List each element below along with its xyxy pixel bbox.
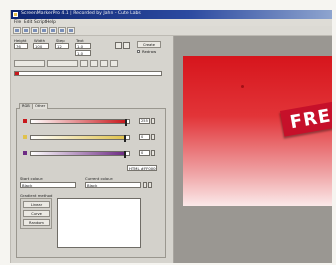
toolbar <box>11 26 332 36</box>
undo-icon[interactable] <box>67 27 75 34</box>
start-colour-label: Start colour: <box>20 176 44 181</box>
toolbar-button-2[interactable] <box>47 60 78 67</box>
preview-square-2[interactable] <box>123 42 130 49</box>
banner-badge: FRE <box>280 98 332 137</box>
toolbar-button-4[interactable] <box>90 60 98 67</box>
red-value[interactable]: 255 <box>139 118 150 124</box>
status-field <box>14 71 162 76</box>
menu-bar: File Edit Script Help <box>11 19 332 26</box>
cut-icon[interactable] <box>40 27 48 34</box>
colour-spin-2[interactable] <box>148 182 152 188</box>
red-track[interactable] <box>30 119 130 126</box>
menu-script[interactable]: Script <box>34 20 46 25</box>
app-icon <box>13 12 18 17</box>
current-colour-label: Current colour: <box>85 176 114 181</box>
red-fill <box>31 120 127 123</box>
html-color-field[interactable]: HTML #FF0000 <box>127 165 157 171</box>
slider-blue[interactable] <box>23 150 141 158</box>
window-title: ScreenMarkerPro 4.1 | Recorded by Jahn -… <box>21 11 141 16</box>
open-icon[interactable] <box>22 27 30 34</box>
green-value[interactable]: 0 <box>139 134 150 140</box>
menu-edit[interactable]: Edit <box>24 20 32 25</box>
toolbar-button-1[interactable] <box>14 60 45 67</box>
green-thumb[interactable] <box>124 135 127 142</box>
gradient-list[interactable] <box>57 198 141 248</box>
new-icon[interactable] <box>13 27 21 34</box>
gradient-curve-button[interactable]: Curve <box>23 210 50 217</box>
save-icon[interactable] <box>31 27 39 34</box>
slider-green[interactable] <box>23 134 141 142</box>
create-button[interactable]: Create <box>137 41 161 48</box>
blue-value[interactable]: 0 <box>139 150 150 156</box>
blue-spin[interactable] <box>151 150 155 156</box>
blue-thumb[interactable] <box>124 151 127 158</box>
width-field[interactable]: 100 <box>33 43 49 49</box>
redraw-label: Redraw <box>142 49 157 54</box>
color-panel: RGB Other 255 0 0 HTML #FF0000 Start col… <box>16 103 166 258</box>
step-field[interactable]: 12 <box>55 43 69 49</box>
canvas-area: FRE <box>174 36 332 263</box>
blue-fill <box>31 152 126 155</box>
banner-text: FRE <box>288 105 332 134</box>
height-field[interactable]: 76 <box>14 43 28 49</box>
green-spin[interactable] <box>151 134 155 140</box>
gradient-linear-button[interactable]: Linear <box>23 201 50 208</box>
gradient-method-group: Linear Curve Random <box>20 198 52 229</box>
tab-other[interactable]: Other <box>32 103 49 109</box>
blue-track[interactable] <box>30 151 130 158</box>
toolbar-button-5[interactable] <box>100 60 108 67</box>
colour-spin-1[interactable] <box>143 182 147 188</box>
redraw-checkbox[interactable] <box>137 50 140 53</box>
slider-red[interactable] <box>23 118 141 126</box>
blue-swatch <box>23 151 27 155</box>
green-swatch <box>23 135 27 139</box>
tab-rgb[interactable]: RGB <box>19 103 33 109</box>
spot-mark <box>241 85 244 88</box>
document-image[interactable]: FRE <box>183 56 332 206</box>
left-panel: Height Width Step Text 76 100 12 1.0 1.0… <box>11 36 174 263</box>
menu-help[interactable]: Help <box>46 20 56 25</box>
status-indicator <box>15 72 19 75</box>
current-colour-select[interactable]: Black <box>85 182 141 188</box>
red-spin[interactable] <box>151 118 155 124</box>
app-window: ScreenMarkerPro 4.1 | Recorded by Jahn -… <box>10 10 332 263</box>
preview-square-1[interactable] <box>115 42 122 49</box>
text-field[interactable]: 1.0 <box>75 43 91 49</box>
green-track[interactable] <box>30 135 130 142</box>
menu-file[interactable]: File <box>14 20 21 25</box>
toolbar-button-6[interactable] <box>110 60 118 67</box>
start-colour-select[interactable]: Black <box>20 182 76 188</box>
toolbar-button-3[interactable] <box>80 60 88 67</box>
green-fill <box>31 136 126 139</box>
red-thumb[interactable] <box>125 119 128 126</box>
extra-field[interactable]: 1.0 <box>75 50 91 56</box>
red-swatch <box>23 119 27 123</box>
copy-icon[interactable] <box>49 27 57 34</box>
gradient-random-button[interactable]: Random <box>23 219 50 226</box>
paste-icon[interactable] <box>58 27 66 34</box>
title-bar: ScreenMarkerPro 4.1 | Recorded by Jahn -… <box>11 10 332 19</box>
